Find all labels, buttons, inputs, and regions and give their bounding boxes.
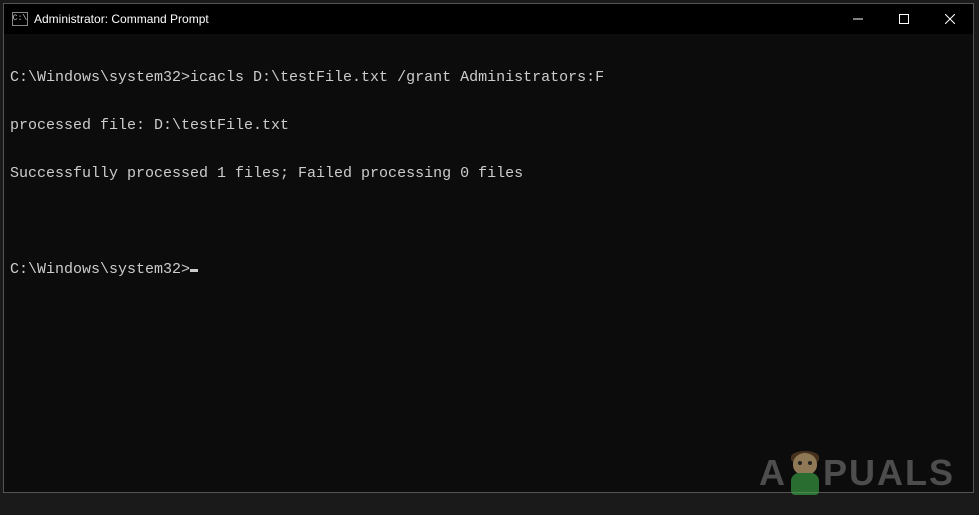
- output-line: processed file: D:\testFile.txt: [10, 118, 967, 134]
- cursor-icon: [190, 269, 198, 272]
- prompt-text: C:\Windows\system32>: [10, 262, 190, 278]
- titlebar-left: C:\ Administrator: Command Prompt: [12, 12, 209, 26]
- maximize-button[interactable]: [881, 4, 927, 34]
- window-controls: [835, 4, 973, 34]
- cmd-icon: C:\: [12, 12, 28, 26]
- output-line: Successfully processed 1 files; Failed p…: [10, 166, 967, 182]
- titlebar[interactable]: C:\ Administrator: Command Prompt: [4, 4, 973, 34]
- output-line: C:\Windows\system32>icacls D:\testFile.t…: [10, 70, 967, 86]
- command-text: icacls D:\testFile.txt /grant Administra…: [190, 69, 604, 86]
- close-button[interactable]: [927, 4, 973, 34]
- current-prompt-line: C:\Windows\system32>: [10, 262, 967, 278]
- prompt-text: C:\Windows\system32>: [10, 69, 190, 86]
- minimize-button[interactable]: [835, 4, 881, 34]
- output-line-blank: [10, 214, 967, 230]
- command-prompt-window: C:\ Administrator: Command Prompt C:\Win…: [3, 3, 974, 493]
- window-title: Administrator: Command Prompt: [34, 12, 209, 26]
- terminal-output[interactable]: C:\Windows\system32>icacls D:\testFile.t…: [4, 34, 973, 492]
